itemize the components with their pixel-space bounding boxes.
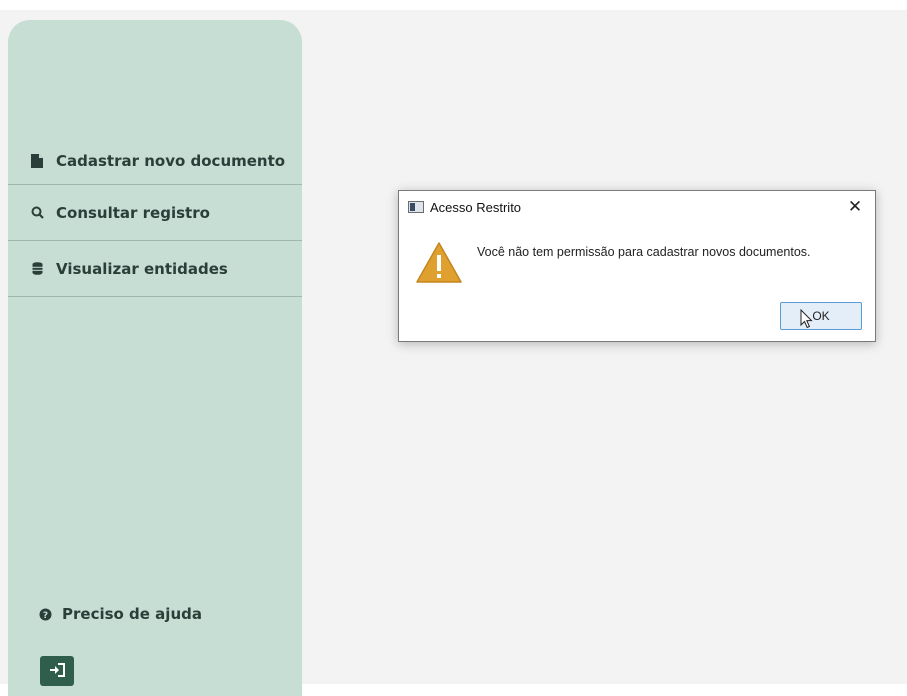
sidebar-menu: Cadastrar novo documento Consultar regis… (8, 138, 302, 297)
close-button[interactable]: ✕ (835, 191, 875, 223)
app-window: Cadastrar novo documento Consultar regis… (0, 10, 907, 696)
svg-text:?: ? (42, 611, 47, 621)
file-icon (30, 153, 44, 169)
sidebar-item-cadastrar[interactable]: Cadastrar novo documento (8, 138, 302, 184)
mouse-cursor-icon (800, 308, 814, 334)
logout-button[interactable] (40, 656, 74, 686)
question-circle-icon: ? (38, 606, 52, 622)
ok-label: OK (812, 309, 830, 323)
warning-icon (415, 241, 463, 290)
sign-out-icon (49, 662, 65, 681)
dialog-title: Acesso Restrito (430, 199, 522, 215)
search-icon (30, 205, 44, 221)
ok-button[interactable]: OK (780, 302, 862, 330)
sidebar: Cadastrar novo documento Consultar regis… (8, 20, 302, 696)
dialog-message: Você não tem permissão para cadastrar no… (477, 245, 811, 259)
access-denied-dialog: Acesso Restrito ✕ Você não tem permissão… (398, 190, 876, 342)
sidebar-item-label: Cadastrar novo documento (56, 152, 286, 170)
help-link[interactable]: ? Preciso de ajuda (38, 605, 202, 623)
window-icon (408, 201, 424, 213)
dialog-titlebar: Acesso Restrito ✕ (399, 191, 875, 223)
sidebar-item-visualizar[interactable]: Visualizar entidades (8, 241, 302, 296)
sidebar-item-consultar[interactable]: Consultar registro (8, 185, 302, 240)
sidebar-item-label: Visualizar entidades (56, 259, 228, 278)
help-label: Preciso de ajuda (62, 605, 202, 623)
sidebar-item-label: Consultar registro (56, 203, 210, 222)
divider (8, 296, 302, 297)
database-icon (30, 261, 44, 277)
